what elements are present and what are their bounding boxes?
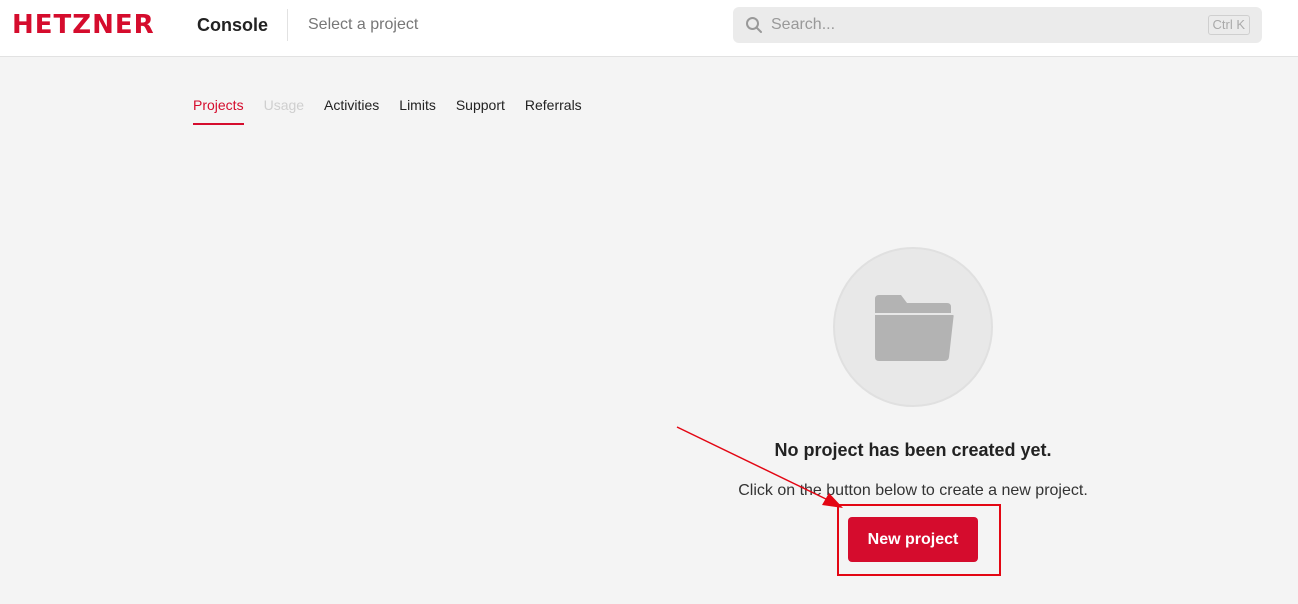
tab-referrals[interactable]: Referrals bbox=[525, 96, 582, 126]
tab-activities[interactable]: Activities bbox=[324, 96, 379, 126]
annotation-highlight-box bbox=[837, 504, 1001, 576]
app-name: Console bbox=[197, 15, 269, 35]
top-bar: HETZNER Console Select a project Search.… bbox=[0, 0, 1298, 57]
empty-state-title: No project has been created yet. bbox=[774, 440, 1052, 460]
search-input[interactable]: Search... Ctrl K bbox=[733, 7, 1262, 43]
empty-state-illustration bbox=[833, 247, 993, 407]
empty-state-subtitle: Click on the button below to create a ne… bbox=[738, 482, 1088, 499]
project-selector[interactable]: Select a project bbox=[308, 15, 418, 35]
tab-support[interactable]: Support bbox=[456, 96, 505, 126]
search-placeholder: Search... bbox=[771, 16, 836, 33]
header-divider bbox=[287, 9, 288, 41]
annotation-arrow bbox=[676, 426, 843, 508]
tab-limits[interactable]: Limits bbox=[399, 96, 436, 126]
folder-icon bbox=[875, 295, 954, 361]
tab-usage: Usage bbox=[263, 97, 305, 113]
hetzner-logo[interactable]: HETZNER bbox=[12, 12, 155, 38]
search-icon bbox=[746, 17, 762, 33]
nav-tabs: Projects Usage Activities Limits Support… bbox=[193, 96, 602, 126]
tab-projects[interactable]: Projects bbox=[193, 96, 244, 126]
search-shortcut-badge: Ctrl K bbox=[1207, 15, 1250, 35]
